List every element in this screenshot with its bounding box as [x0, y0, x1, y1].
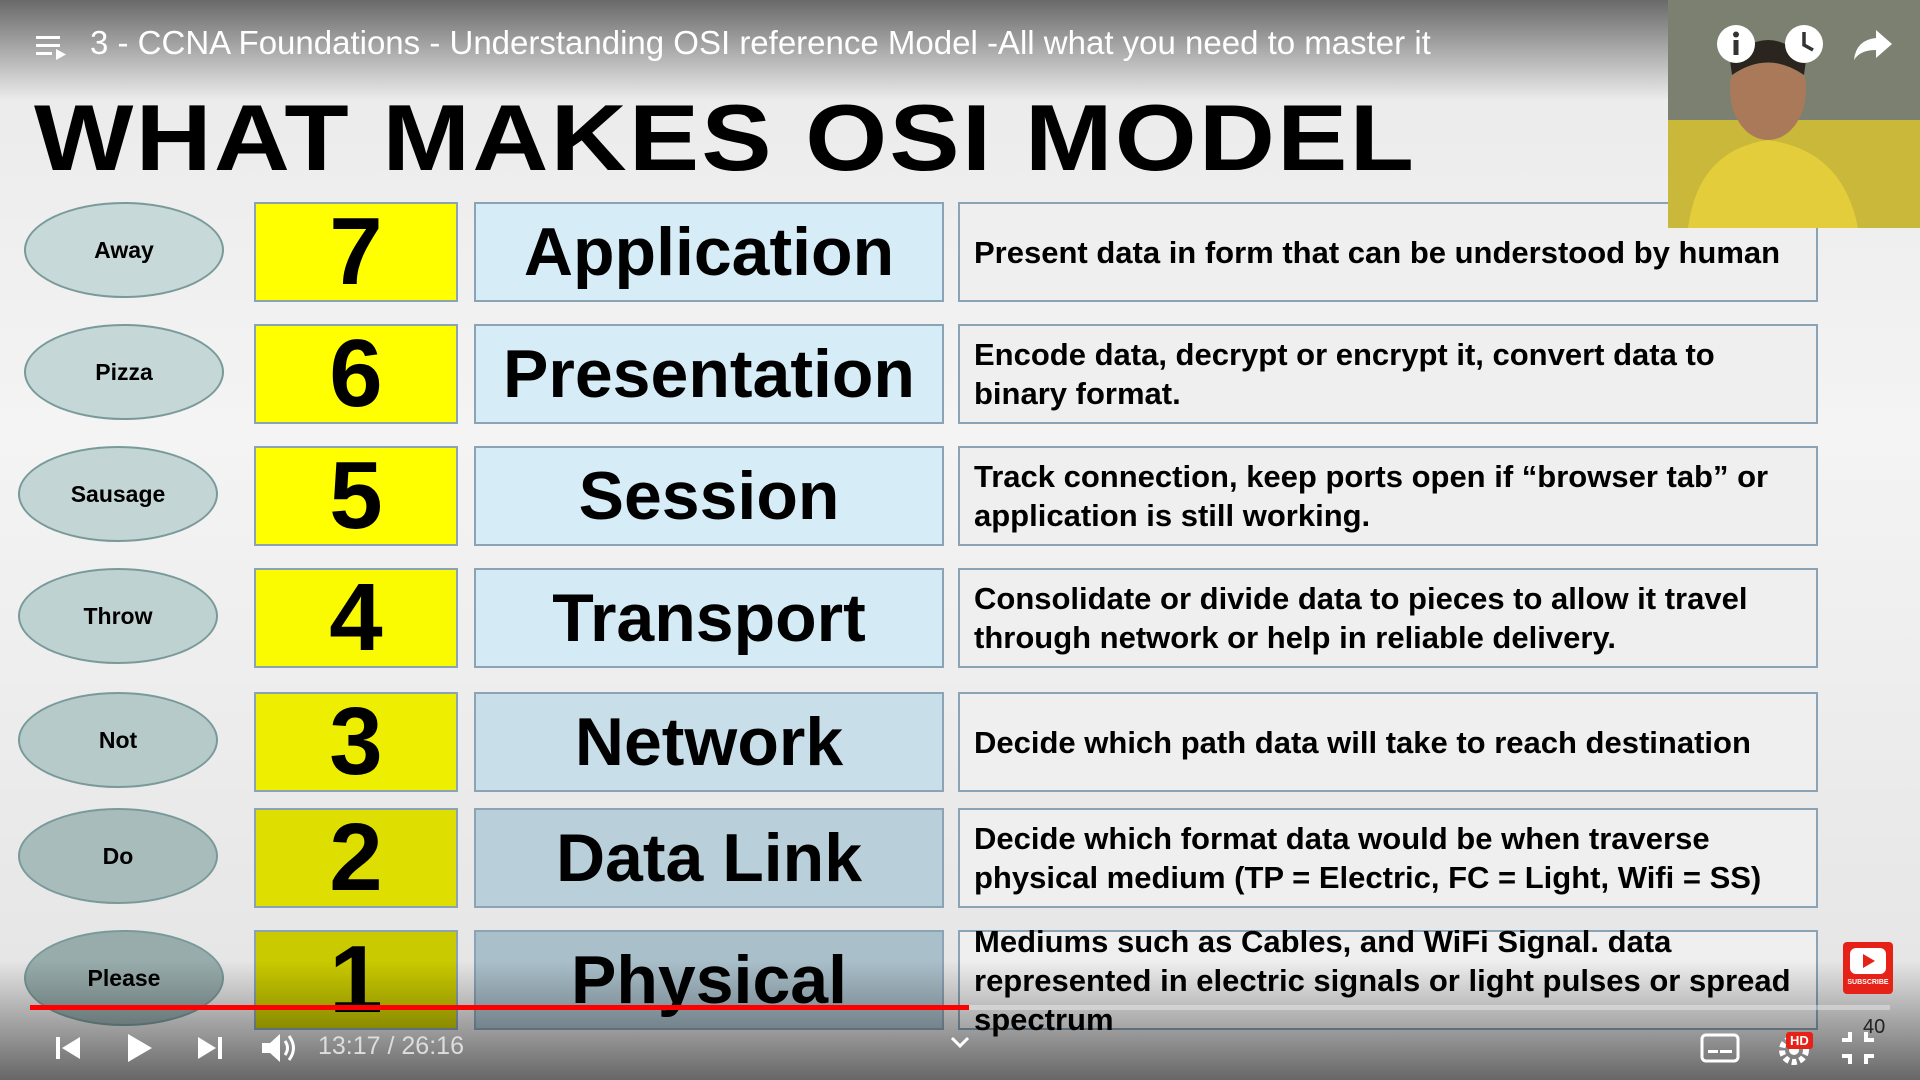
mnemonic-ellipse: Not — [18, 692, 218, 788]
slide-heading: WHAT MAKES OSI MODEL — [34, 85, 1417, 190]
layer-name: Presentation — [474, 324, 944, 424]
osi-layer-row: Sausage 5 Session Track connection, keep po… — [0, 442, 1920, 549]
layer-description: Decide which format data would be when t… — [958, 808, 1818, 908]
layer-name: Network — [474, 692, 944, 792]
chevron-down-icon[interactable] — [940, 1030, 980, 1054]
layer-name: Session — [474, 446, 944, 546]
osi-layer-row: Not 3 Network Decide which path data will t… — [0, 688, 1920, 795]
osi-layer-row: Away 7 Application Present data in form tha… — [0, 198, 1920, 305]
progress-bar[interactable] — [30, 1005, 1890, 1010]
subscribe-label: SUBSCRIBE — [1847, 979, 1889, 986]
play-icon[interactable] — [118, 1028, 158, 1068]
layer-number: 4 — [254, 564, 458, 671]
time-total: 26:16 — [401, 1032, 464, 1060]
clock-icon[interactable] — [1782, 22, 1826, 66]
share-arrow-icon[interactable] — [1850, 22, 1894, 66]
layer-name: Application — [474, 202, 944, 302]
layer-name: Transport — [474, 568, 944, 668]
mnemonic-ellipse: Throw — [18, 568, 218, 664]
layer-number: 2 — [254, 804, 458, 911]
video-title[interactable]: 3 - CCNA Foundations - Understanding OSI… — [90, 24, 1431, 62]
layer-description: Consolidate or divide data to pieces to … — [958, 568, 1818, 668]
subtitles-icon[interactable] — [1700, 1032, 1740, 1064]
video-frame[interactable]: WHAT MAKES OSI MODEL Away 7 Application Pre… — [0, 0, 1920, 1080]
skip-next-icon[interactable] — [190, 1028, 230, 1068]
layer-number: 3 — [254, 688, 458, 795]
info-icon[interactable] — [1714, 22, 1758, 66]
layer-number: 6 — [254, 320, 458, 427]
skip-previous-icon[interactable] — [48, 1028, 88, 1068]
volume-icon[interactable] — [258, 1028, 298, 1068]
subscribe-watermark[interactable]: SUBSCRIBE — [1843, 942, 1893, 994]
osi-layer-row: Do 2 Data Link Decide which format data wou… — [0, 804, 1920, 911]
mnemonic-ellipse: Pizza — [24, 324, 224, 420]
layer-description: Encode data, decrypt or encrypt it, conv… — [958, 324, 1818, 424]
layer-number: 7 — [254, 198, 458, 305]
playlist-menu-icon[interactable] — [36, 34, 66, 60]
progress-played — [30, 1005, 970, 1010]
mnemonic-ellipse: Sausage — [18, 446, 218, 542]
layer-description: Decide which path data will take to reac… — [958, 692, 1818, 792]
fullscreen-exit-icon[interactable] — [1838, 1028, 1878, 1068]
layer-name: Data Link — [474, 808, 944, 908]
time-display: 13:17 / 26:16 — [318, 1032, 464, 1061]
youtube-logo-icon — [1850, 948, 1886, 974]
hd-badge: HD — [1786, 1032, 1813, 1049]
osi-layer-row: Pizza 6 Presentation Encode data, decrypt o… — [0, 320, 1920, 427]
layer-description: Track connection, keep ports open if “br… — [958, 446, 1818, 546]
time-current: 13:17 — [318, 1032, 381, 1060]
time-separator: / — [380, 1032, 402, 1060]
mnemonic-ellipse: Away — [24, 202, 224, 298]
mnemonic-ellipse: Do — [18, 808, 218, 904]
layer-number: 5 — [254, 442, 458, 549]
osi-layer-row: Throw 4 Transport Consolidate or divide dat… — [0, 564, 1920, 671]
